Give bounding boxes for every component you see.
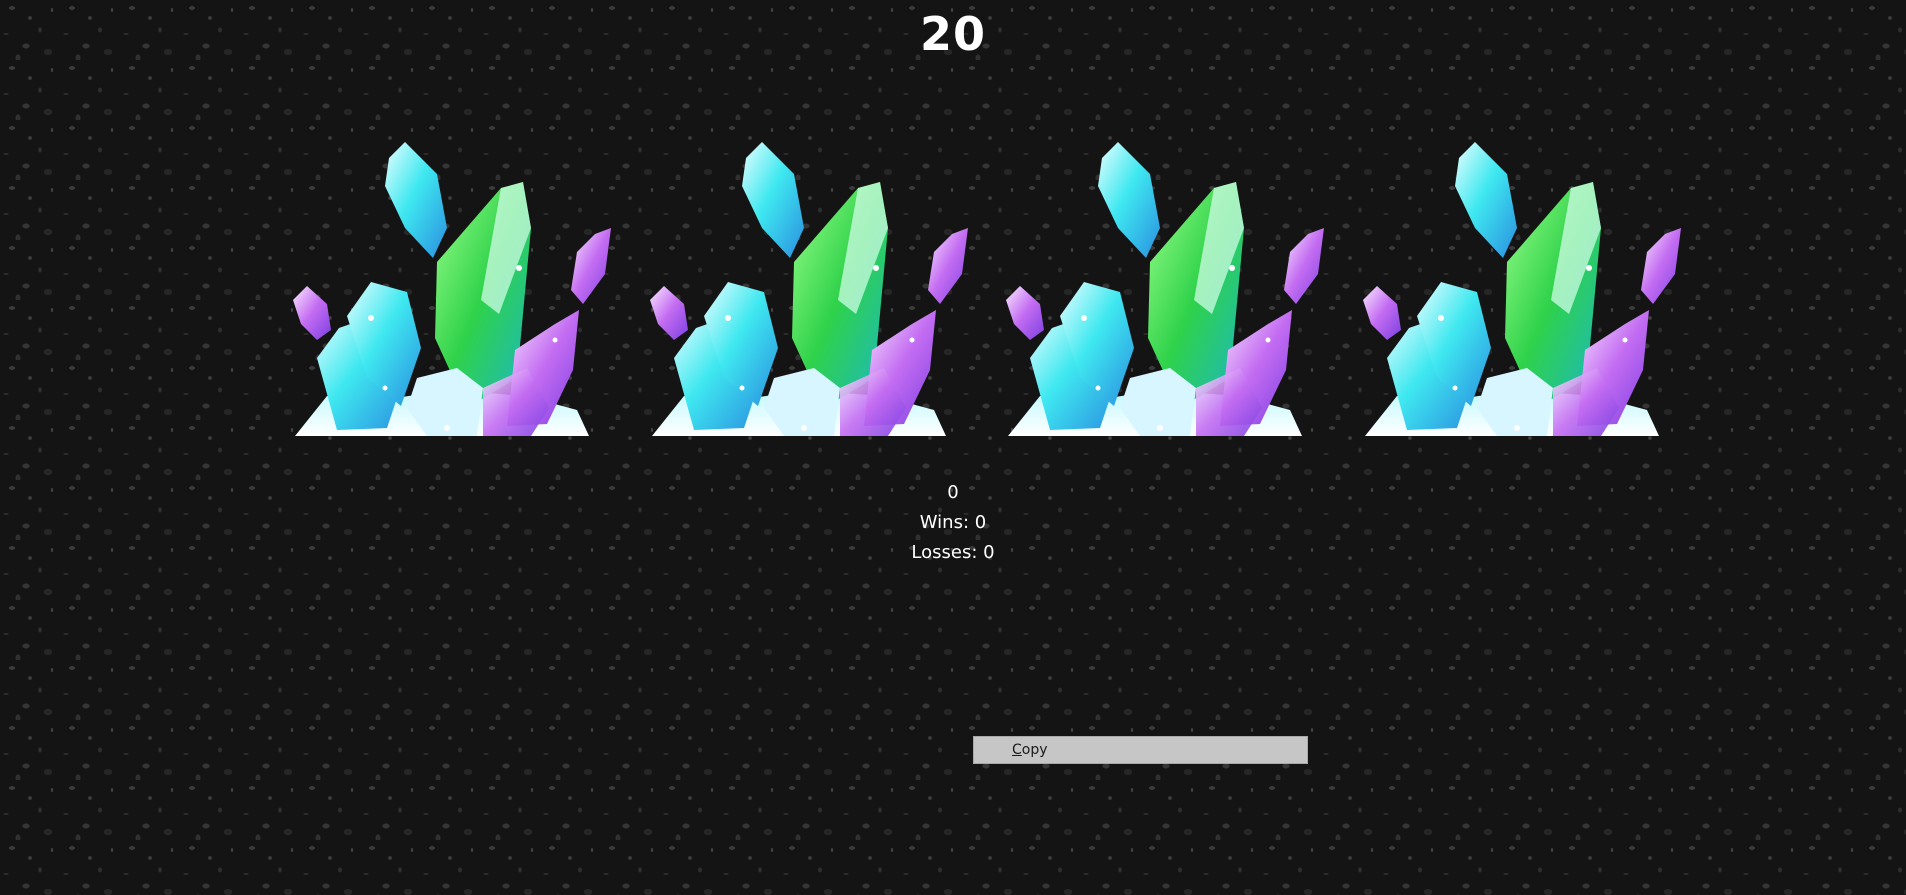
crystal-cluster-icon	[1363, 142, 1681, 436]
score-display: 20	[919, 7, 986, 61]
reel-1[interactable]	[287, 78, 617, 443]
crystal-cluster-icon	[293, 142, 611, 436]
slot-reels	[287, 78, 1690, 443]
losses-count: Losses: 0	[911, 542, 995, 563]
reel-3[interactable]	[1000, 78, 1330, 443]
crystal-cluster-icon	[650, 142, 968, 436]
copy-button[interactable]: Copy	[973, 736, 1308, 764]
reel-2[interactable]	[644, 78, 974, 443]
counter-value: 0	[947, 482, 959, 503]
crystal-cluster-icon	[1006, 142, 1324, 436]
copy-button-label: opy	[1021, 742, 1048, 758]
stats-panel: 0 Wins: 0 Losses: 0	[0, 478, 1906, 568]
reel-4[interactable]	[1357, 78, 1687, 443]
copy-button-accesskey: C	[1012, 742, 1022, 758]
wins-count: Wins: 0	[919, 512, 987, 533]
